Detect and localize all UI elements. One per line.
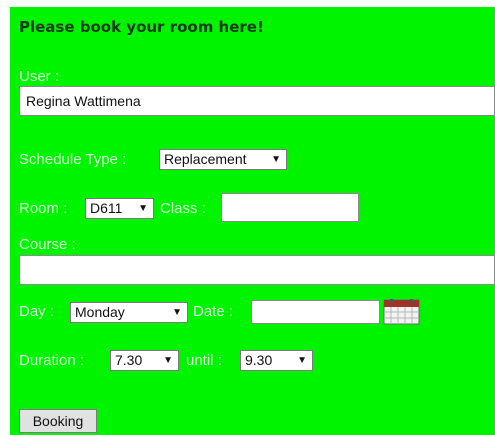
user-input[interactable]: Regina Wattimena (19, 86, 495, 116)
chevron-down-icon: ▼ (172, 307, 182, 318)
duration-from-select[interactable]: 7.30 ▼ (110, 350, 179, 371)
until-label: until : (186, 352, 222, 369)
duration-label: Duration : (19, 352, 85, 369)
duration-until-select[interactable]: 9.30 ▼ (240, 350, 313, 371)
form-heading: Please book your room here! (19, 18, 264, 36)
day-select[interactable]: Monday ▼ (70, 302, 188, 323)
room-value: D611 (90, 200, 123, 216)
chevron-down-icon: ▼ (271, 154, 281, 165)
date-input[interactable] (251, 300, 380, 324)
calendar-icon[interactable] (383, 299, 420, 325)
class-label: Class : (160, 200, 206, 217)
room-label: Room : (19, 200, 68, 217)
user-label: User : (19, 68, 60, 85)
course-input[interactable] (19, 255, 495, 285)
schedule-type-label: Schedule Type : (19, 151, 127, 168)
class-input[interactable] (221, 193, 359, 222)
booking-form-panel: Please book your room here! User : Regin… (10, 7, 495, 435)
chevron-down-icon: ▼ (163, 355, 173, 366)
schedule-type-select[interactable]: Replacement ▼ (159, 149, 287, 170)
duration-from-value: 7.30 (115, 352, 143, 368)
duration-until-value: 9.30 (245, 352, 273, 368)
day-label: Day : (19, 303, 55, 320)
schedule-type-value: Replacement (164, 151, 247, 167)
chevron-down-icon: ▼ (297, 355, 307, 366)
course-label: Course : (19, 236, 76, 253)
day-value: Monday (75, 304, 125, 320)
booking-button[interactable]: Booking (19, 409, 97, 433)
chevron-down-icon: ▼ (138, 203, 148, 214)
date-label: Date : (193, 303, 234, 320)
room-select[interactable]: D611 ▼ (85, 198, 154, 219)
